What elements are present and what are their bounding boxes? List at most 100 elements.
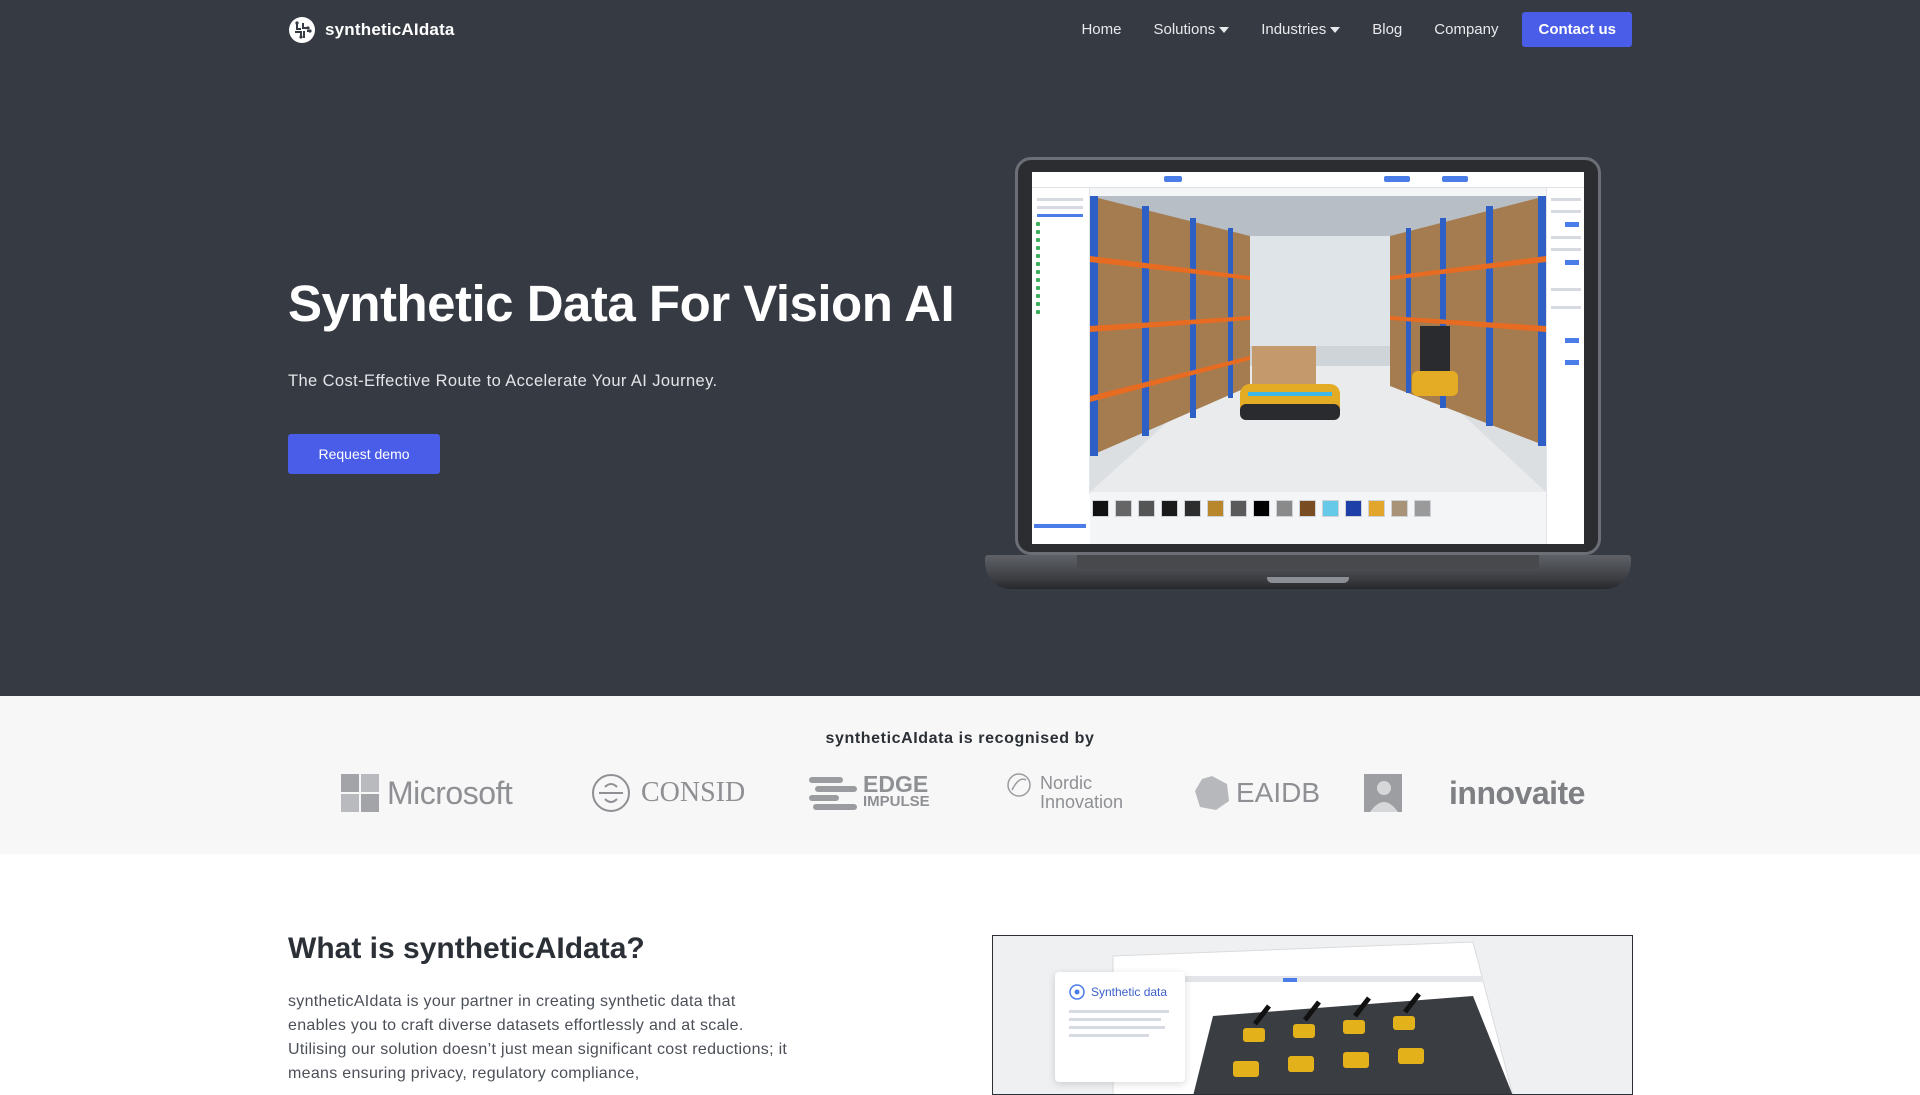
eaidb-logo: EAIDB [1194, 772, 1320, 814]
swatch [1184, 500, 1201, 517]
swatch [1230, 500, 1247, 517]
nav-solutions[interactable]: Solutions [1153, 21, 1230, 38]
swatch [1414, 500, 1431, 517]
green-dot-icon [1036, 222, 1040, 226]
panel-row [1037, 206, 1083, 209]
swatch [1138, 500, 1155, 517]
swatch [1345, 500, 1362, 517]
microsoft-windows-icon [341, 774, 379, 812]
hero-title: Synthetic Data For Vision AI [288, 275, 955, 332]
green-dot-icon [1036, 262, 1040, 266]
innovaite-wordmark: innovaite [1449, 774, 1585, 811]
nav-company-label: Company [1434, 21, 1499, 38]
innovation-text: Innovation [1040, 792, 1124, 812]
nordic-innovation-wordmark: Nordic Innovation [1040, 774, 1123, 812]
eaidb-wordmark: EAIDB [1236, 777, 1321, 808]
panel-row-selected [1034, 524, 1086, 528]
panel-button [1565, 260, 1579, 265]
edge-impulse-bars-icon [809, 777, 857, 810]
laptop-illustration [985, 157, 1631, 601]
green-dot-icon [1036, 294, 1040, 298]
warehouse-render [1090, 196, 1546, 492]
nav-industries[interactable]: Industries [1261, 21, 1341, 38]
nav-home[interactable]: Home [1081, 21, 1121, 38]
laptop-screen [1032, 172, 1584, 544]
what-is-title: What is syntheticAIdata? [288, 932, 645, 965]
card-title: Synthetic data [1091, 985, 1168, 999]
laptop-lid [1015, 157, 1601, 555]
laptop-keyboard [1077, 555, 1539, 569]
brain-logo-icon [1069, 984, 1085, 1000]
consid-wordmark: CONSID [641, 777, 746, 808]
app-right-panel [1546, 188, 1584, 544]
card-line [1069, 1026, 1165, 1029]
brand-logo[interactable]: syntheticAIdata [288, 16, 455, 44]
green-dot-icon [1036, 302, 1040, 306]
panel-row [1551, 210, 1581, 213]
green-dot-icon [1036, 238, 1040, 242]
nav-company[interactable]: Company [1434, 21, 1498, 38]
swatch [1115, 500, 1132, 517]
swatch [1391, 500, 1408, 517]
impulse-text: IMPULSE [863, 793, 930, 810]
green-dot-icon [1036, 230, 1040, 234]
panel-row [1551, 288, 1581, 291]
nav-blog-label: Blog [1372, 21, 1403, 38]
green-dot-icon [1036, 278, 1040, 282]
panel-button [1565, 338, 1579, 343]
recognition-title: syntheticAIdata is recognised by [825, 730, 1095, 747]
panel-row [1551, 248, 1581, 251]
nav-solutions-label: Solutions [1153, 21, 1216, 38]
caret-down-icon [1219, 27, 1230, 33]
swatch [1092, 500, 1109, 517]
nordic-innovation-logo: Nordic Innovation [1006, 772, 1123, 814]
request-demo-button[interactable]: Request demo [288, 434, 440, 474]
green-dot-icon [1036, 246, 1040, 250]
nordic-text: Nordic [1040, 773, 1093, 793]
panel-row [1037, 198, 1083, 201]
green-dot-icon [1036, 254, 1040, 258]
swatch [1276, 500, 1293, 517]
app-left-panel [1032, 188, 1090, 544]
nav-industries-label: Industries [1261, 21, 1327, 38]
contact-us-button[interactable]: Contact us [1522, 12, 1632, 47]
green-dot-icon [1036, 270, 1040, 274]
panel-button [1565, 222, 1579, 227]
swatch [1299, 500, 1316, 517]
app-bottom-panel [1032, 494, 1090, 544]
nordic-leaf-icon [1007, 773, 1031, 797]
nav-home-label: Home [1081, 21, 1122, 38]
edge-impulse-logo: EDGE IMPULSE [809, 772, 930, 814]
microsoft-wordmark: Microsoft [387, 774, 513, 811]
swatch [1253, 500, 1270, 517]
green-dot-icon [1036, 286, 1040, 290]
swatch [1322, 500, 1339, 517]
material-swatches [1092, 500, 1431, 518]
nav-blog[interactable]: Blog [1372, 21, 1402, 38]
card-line [1069, 1034, 1149, 1037]
swatch [1368, 500, 1385, 517]
card-line [1069, 1018, 1161, 1021]
recognition-strip: syntheticAIdata is recognised by Microso… [0, 696, 1920, 854]
what-is-media: Synthetic data [992, 935, 1633, 1095]
edge-text: EDGE [863, 771, 929, 797]
warehouse-scene-image [1090, 196, 1546, 492]
panel-row [1551, 236, 1581, 239]
swatch [1161, 500, 1178, 517]
what-is-body: syntheticAIdata is your partner in creat… [288, 993, 788, 1082]
hero-section: syntheticAIdata Home Solutions Industrie… [0, 0, 1920, 696]
green-dot-icon [1036, 310, 1040, 314]
swatch [1207, 500, 1224, 517]
panel-row [1551, 198, 1581, 201]
toolbar-tab [1442, 176, 1468, 182]
nav-links: Home Solutions Industries Blog Company C… [1081, 12, 1632, 47]
portrait-badge-logo [1364, 772, 1402, 814]
laptop-notch [1267, 577, 1349, 583]
consid-logo: CONSID [591, 772, 745, 814]
panel-button [1565, 360, 1579, 365]
caret-down-icon [1330, 27, 1341, 33]
panel-row [1551, 306, 1581, 309]
portrait-icon [1364, 774, 1402, 812]
brand-name: syntheticAIdata [325, 20, 455, 39]
synthetic-data-card: Synthetic data [1055, 972, 1185, 1082]
